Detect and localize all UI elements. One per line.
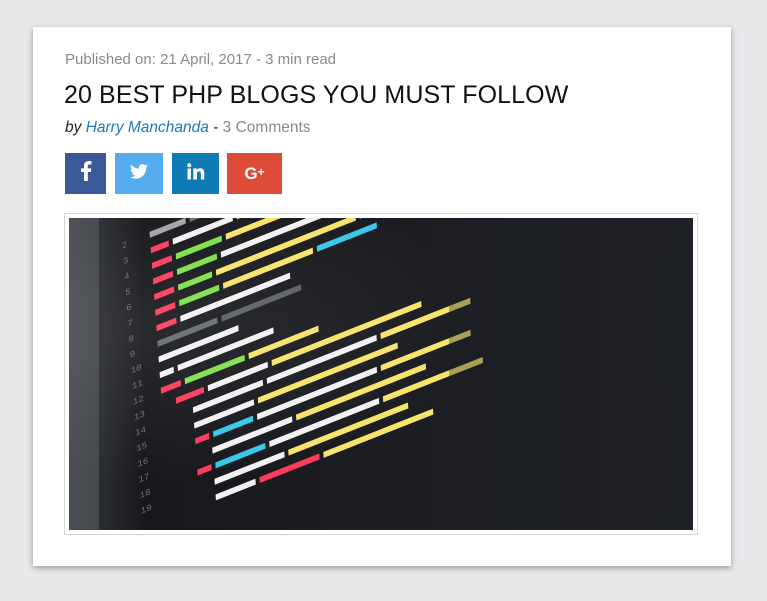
published-date: Published on: 21 April, 2017 - 3 min rea…: [65, 51, 337, 68]
featured-image[interactable]: 234 567 8910 111213 141516 171819: [69, 218, 693, 530]
linkedin-icon: [186, 162, 205, 185]
twitter-icon: [130, 163, 148, 184]
linkedin-share-button[interactable]: [172, 153, 219, 194]
featured-image-frame: 234 567 8910 111213 141516 171819: [64, 213, 698, 535]
author-link[interactable]: Harry Manchanda: [86, 119, 209, 136]
facebook-share-button[interactable]: [65, 153, 106, 194]
twitter-share-button[interactable]: [115, 153, 163, 194]
code-editor-photo: 234 567 8910 111213 141516 171819: [69, 218, 693, 530]
blog-post-card: Published on: 21 April, 2017 - 3 min rea…: [33, 27, 731, 566]
post-title[interactable]: 20 BEST PHP BLOGS YOU MUST FOLLOW: [64, 81, 568, 110]
google-plus-icon: G+: [244, 163, 265, 183]
google-plus-share-button[interactable]: G+: [227, 153, 282, 194]
facebook-icon: [80, 161, 92, 186]
comments-link[interactable]: 3 Comments: [223, 119, 311, 136]
by-label: by: [65, 119, 82, 136]
byline-separator: -: [208, 119, 223, 136]
byline: by Harry Manchanda - 3 Comments: [65, 119, 311, 137]
